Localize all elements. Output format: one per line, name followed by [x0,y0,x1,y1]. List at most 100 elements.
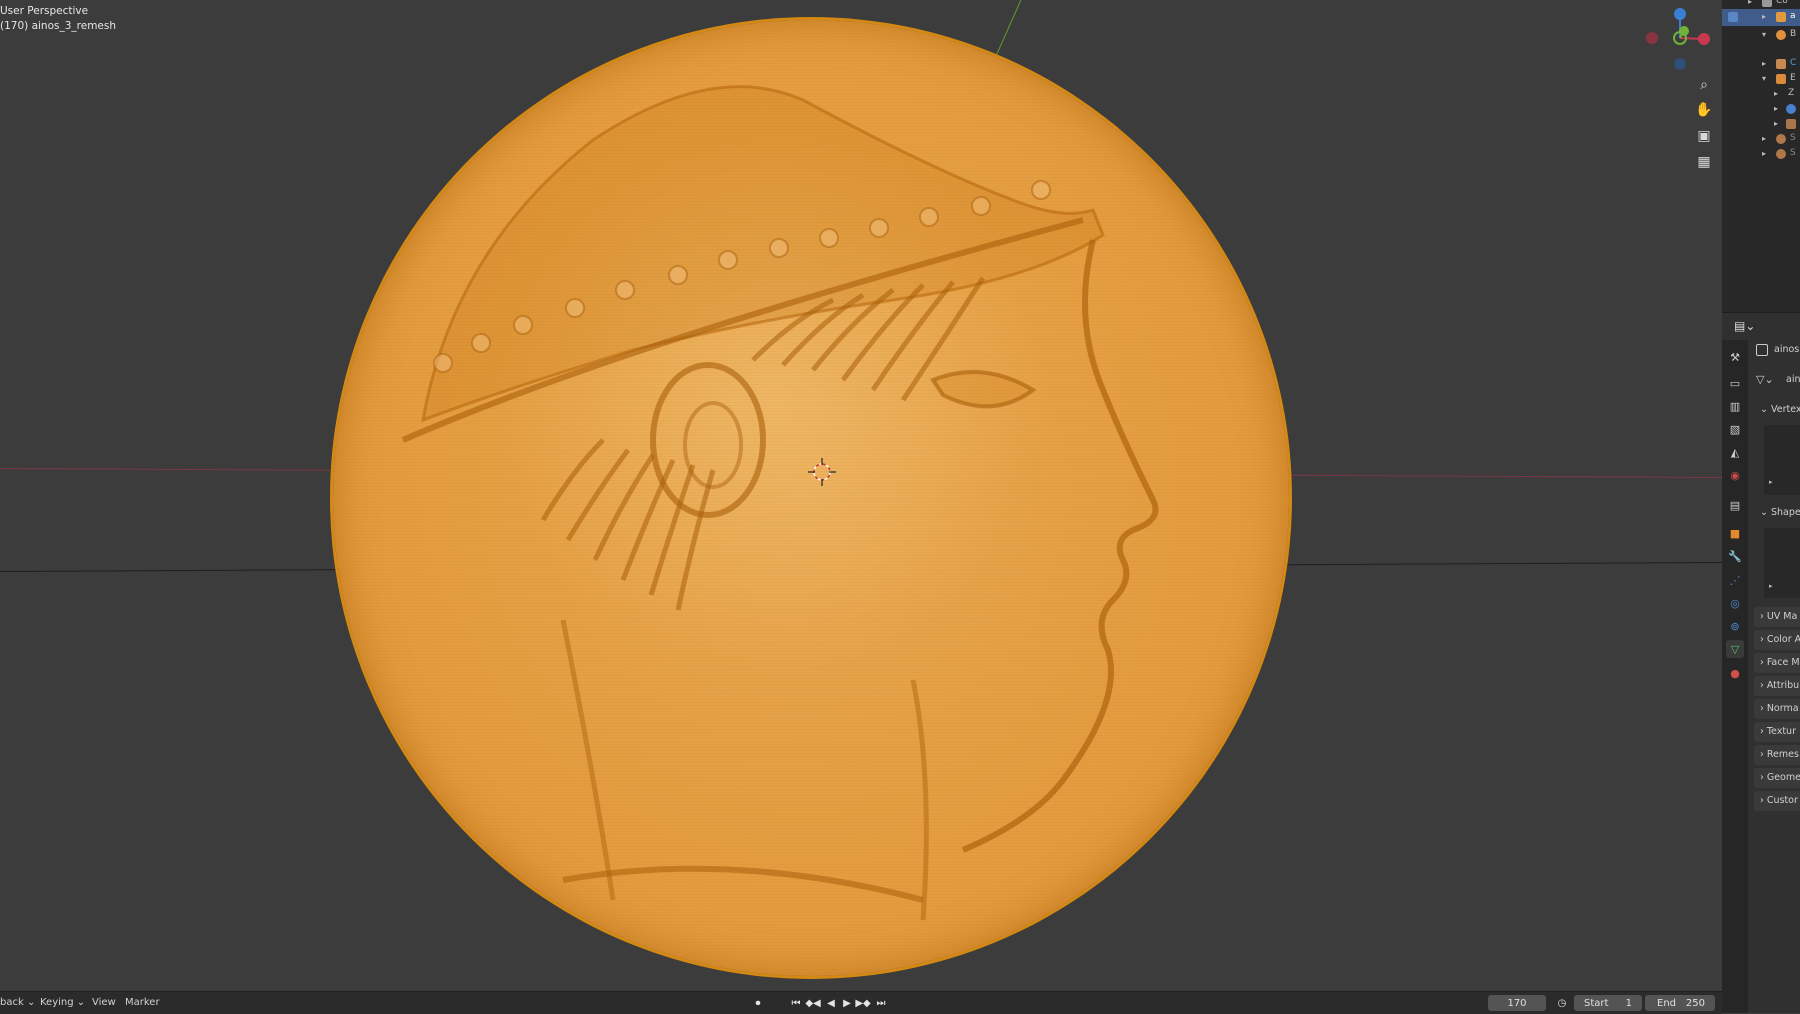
mesh-name-field[interactable]: ain [1786,374,1800,385]
expand-arrow-icon[interactable]: ▸ [1774,119,1778,128]
material-tab-icon[interactable]: ● [1726,664,1744,682]
end-frame-field[interactable]: End 250 [1645,995,1715,1011]
editor-type-icon[interactable]: ▤⌄ [1734,319,1755,333]
tool-tab-icon[interactable]: ⚒ [1726,348,1744,366]
jump-keyframe-back-icon[interactable]: ◆◀ [805,995,820,1011]
panel-normals[interactable]: › Norma [1754,699,1800,719]
particles-tab-icon[interactable]: ⋰ [1726,571,1744,589]
view-layer-tab-icon[interactable]: ▧ [1726,420,1744,438]
expand-arrow-icon[interactable]: ▸ [1748,0,1752,6]
view-layer-icon [1728,12,1738,22]
panel-label: › Norma [1760,703,1799,714]
view-menu[interactable]: View [92,997,116,1008]
mesh-data-tab-icon[interactable]: ▽ [1726,640,1744,658]
panel-label: › Attribu [1760,680,1800,691]
panel-label: › Custor [1760,795,1798,806]
object-data-icon [1756,344,1768,356]
panel-label: › UV Ma [1760,611,1798,622]
panel-shape-keys[interactable]: ⌄ Shape [1760,507,1800,518]
3d-cursor-icon[interactable] [808,458,836,486]
outliner-label: S [1790,133,1796,143]
list-expand-icon[interactable]: ▸ [1769,478,1773,486]
keying-menu[interactable]: Keying ⌄ [40,997,85,1008]
view-name: User Perspective [0,5,89,17]
collection-tab-icon[interactable]: ▤ [1726,496,1744,514]
expand-arrow-icon[interactable]: ▾ [1762,30,1766,39]
object-icon [1776,134,1786,144]
expand-arrow-icon[interactable]: ▸ [1774,89,1778,98]
scene-tab-icon[interactable]: ◭ [1726,443,1744,461]
viewport-info: User Perspective (170) ainos_3_remesh [0,4,116,34]
outliner-label: C [1790,58,1797,68]
record-icon[interactable]: ⏺ [751,995,765,1011]
play-reverse-icon[interactable]: ◀ [824,995,838,1011]
object-frame-label: (170) ainos_3_remesh [0,20,117,32]
outliner-label: E [1790,73,1796,83]
jump-keyframe-forward-icon[interactable]: ▶◆ [855,995,870,1011]
current-frame-field[interactable]: 170 [1488,995,1546,1011]
playback-menu[interactable]: back ⌄ [0,997,35,1008]
panel-custom-properties[interactable]: › Custor [1754,791,1800,811]
expand-arrow-icon[interactable]: ▸ [1762,59,1766,68]
panel-label: › Remes [1760,749,1799,760]
jump-end-icon[interactable]: ⏭ [874,995,888,1011]
play-icon[interactable]: ▶ [840,995,854,1011]
mesh-object-icon [1776,12,1786,22]
panel-color-attributes[interactable]: › Color A [1754,630,1800,650]
mesh-data-icon[interactable]: ▽⌄ [1756,373,1774,386]
panel-face-maps[interactable]: › Face M [1754,653,1800,673]
panel-uv-maps[interactable]: › UV Ma [1754,607,1800,627]
outliner-label: a [1790,11,1796,21]
output-tab-icon[interactable]: ▥ [1726,397,1744,415]
panel-label: › Color A [1760,634,1800,645]
panel-label: Shape [1770,507,1800,518]
camera-view-icon[interactable]: ▣ [1691,125,1717,147]
zoom-icon[interactable]: ⌕ [1691,74,1717,96]
outliner[interactable]: ▸ Co ▸ a ▾ B ▸ C ▾ E ▸ Z ▸ ▸ ▸ S ▸ S [1722,0,1800,312]
list-expand-icon[interactable]: ▸ [1769,582,1773,590]
expand-arrow-icon[interactable]: ▸ [1774,104,1778,113]
object-tab-icon[interactable]: ■ [1726,524,1744,542]
end-label: End [1657,997,1677,1009]
panel-label: Vertex [1770,404,1800,415]
empty-icon [1776,74,1786,84]
outliner-row[interactable]: ▸ S [1722,146,1800,163]
panel-geometry-data[interactable]: › Geome [1754,768,1800,788]
physics-tab-icon[interactable]: ◎ [1726,594,1744,612]
panel-label: › Textur [1760,726,1796,737]
outliner-row-selected[interactable]: ▸ a [1722,9,1800,26]
modifier-tab-icon[interactable]: 🔧 [1726,547,1744,565]
panel-vertex-groups[interactable]: ⌄ Vertex [1760,404,1800,415]
expand-arrow-icon[interactable]: ▸ [1762,149,1766,158]
perspective-grid-icon[interactable]: ▦ [1691,151,1717,173]
jump-start-icon[interactable]: ⏮ [789,995,803,1011]
3d-viewport[interactable]: User Perspective (170) ainos_3_remesh ⌕ … [0,0,1722,991]
panel-label: › Face M [1760,657,1800,668]
end-value: 250 [1685,997,1705,1009]
render-tab-icon[interactable]: ▭ [1726,374,1744,392]
object-icon [1776,149,1786,159]
pan-hand-icon[interactable]: ✋ [1691,99,1717,121]
panel-remesh[interactable]: › Remes [1754,745,1800,765]
panel-attributes[interactable]: › Attribu [1754,676,1800,696]
navigation-gizmo[interactable] [1640,4,1720,70]
panel-texture-space[interactable]: › Textur [1754,722,1800,742]
expand-arrow-icon[interactable]: ▸ [1762,12,1766,21]
panel-label: › Geome [1760,772,1800,783]
timer-icon[interactable]: ◷ [1555,995,1569,1011]
expand-arrow-icon[interactable]: ▸ [1762,134,1766,143]
collection-icon [1762,0,1772,7]
marker-menu[interactable]: Marker [125,997,160,1008]
world-tab-icon[interactable]: ◉ [1726,466,1744,484]
outliner-row[interactable]: ▾ B [1722,27,1800,44]
properties-header: ▤⌄ [1722,312,1800,341]
outliner-label: Co [1776,0,1788,6]
modifier-icon [1776,59,1786,69]
start-value: 1 [1625,997,1632,1009]
object-name-field[interactable]: ainos [1774,344,1800,355]
start-frame-field[interactable]: Start 1 [1574,995,1642,1011]
outliner-label: B [1790,29,1797,39]
start-label: Start [1584,997,1609,1009]
constraints-tab-icon[interactable]: ⊚ [1726,617,1744,635]
expand-arrow-icon[interactable]: ▾ [1762,74,1766,83]
